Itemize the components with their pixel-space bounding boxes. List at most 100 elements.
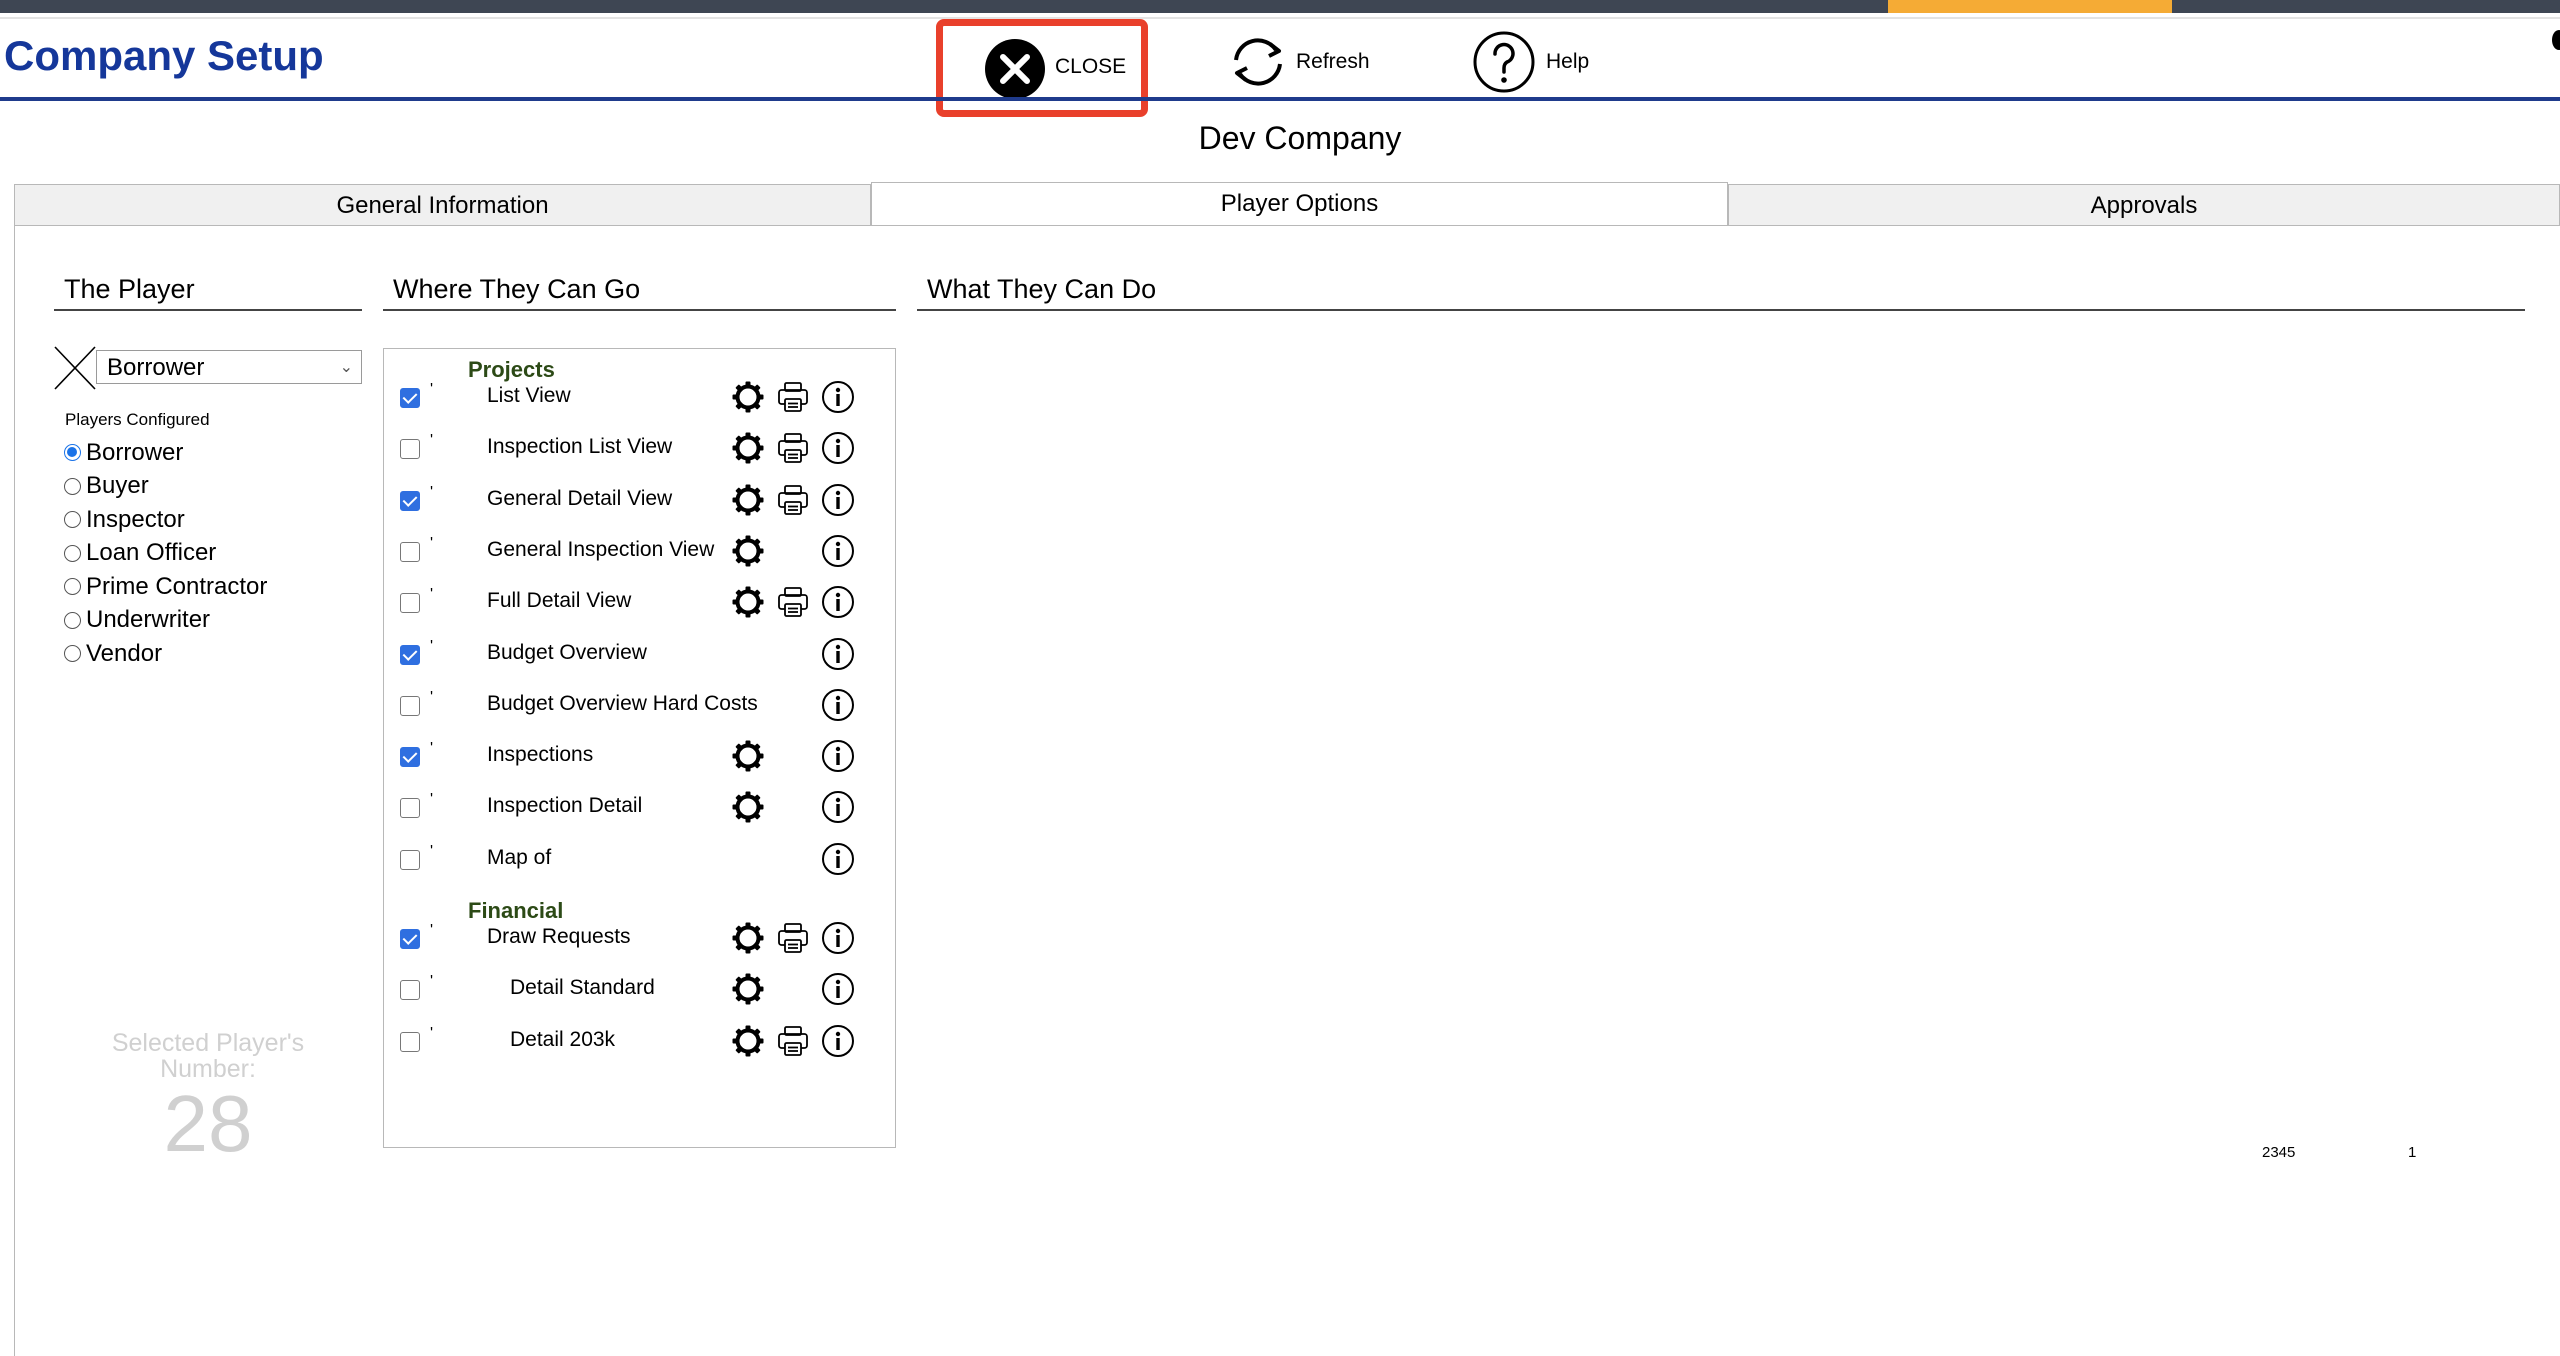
refresh-label: Refresh (1296, 50, 1370, 73)
row-tick: ' (430, 432, 434, 450)
info-icon[interactable] (821, 739, 855, 773)
info-icon[interactable] (821, 534, 855, 568)
permission-checkbox[interactable] (400, 439, 420, 460)
info-icon[interactable] (821, 842, 855, 876)
info-icon[interactable] (821, 972, 855, 1006)
permission-checkbox[interactable] (400, 541, 420, 562)
info-icon[interactable] (821, 637, 855, 671)
tab-approvals[interactable]: Approvals (1728, 184, 2560, 226)
close-button[interactable]: CLOSE (936, 19, 1148, 117)
row-tick: ' (430, 842, 434, 860)
help-button[interactable]: Help (1472, 28, 1589, 96)
gear-icon[interactable] (731, 972, 765, 1006)
permission-checkbox[interactable] (400, 593, 420, 614)
player-radio-label: Underwriter (86, 606, 211, 634)
permission-label: Budget Overview Hard Costs (487, 691, 758, 715)
player-radio-row[interactable]: Vendor (64, 637, 267, 671)
row-tick: ' (430, 740, 434, 758)
close-icon (985, 39, 1045, 99)
refresh-button[interactable]: Refresh (1226, 30, 1370, 94)
permission-checkbox[interactable] (400, 980, 420, 1001)
printer-icon[interactable] (776, 380, 810, 414)
player-select[interactable]: Borrower ⌄ (96, 350, 362, 384)
player-radio-label: Loan Officer (86, 539, 217, 567)
permission-checkbox[interactable] (400, 1031, 420, 1052)
clear-player-icon[interactable] (54, 346, 96, 390)
permission-row: ' General Inspection View (384, 525, 895, 576)
info-icon[interactable] (821, 585, 855, 619)
player-radio-row[interactable]: Loan Officer (64, 537, 267, 571)
gear-icon[interactable] (731, 1024, 765, 1058)
player-radio-label: Inspector (86, 505, 185, 533)
permission-checkbox[interactable] (400, 644, 420, 665)
row-tick: ' (430, 381, 434, 398)
row-tick: ' (430, 973, 434, 991)
permission-checkbox[interactable] (400, 849, 420, 870)
permission-row: ' List View (384, 371, 895, 422)
printer-icon[interactable] (776, 483, 810, 517)
player-radio[interactable] (64, 544, 81, 562)
player-radio[interactable] (64, 444, 81, 462)
gear-icon[interactable] (731, 585, 765, 619)
gear-icon[interactable] (731, 739, 765, 773)
player-radio[interactable] (64, 611, 81, 629)
header-divider (0, 97, 2560, 101)
tab-player-options[interactable]: Player Options (871, 182, 1728, 226)
player-radio[interactable] (64, 511, 81, 529)
permission-row: ' General Detail View (384, 474, 895, 525)
permission-checkbox[interactable] (400, 388, 420, 408)
info-icon[interactable] (821, 921, 855, 955)
gear-icon[interactable] (731, 921, 765, 955)
player-radio[interactable] (64, 578, 81, 596)
row-tick: ' (430, 688, 434, 706)
player-radio-row[interactable]: Buyer (64, 470, 267, 504)
section-where-they-can-go: Where They Can Go (383, 274, 896, 311)
info-icon[interactable] (821, 790, 855, 824)
printer-icon[interactable] (776, 921, 810, 955)
footer-number-left: 2345 (2262, 1144, 2296, 1161)
permission-checkbox[interactable] (400, 929, 420, 949)
permission-checkbox[interactable] (400, 747, 420, 768)
player-radio-row[interactable]: Inspector (64, 503, 267, 537)
players-radio-list: Borrower Buyer Inspector Loan Officer Prime … (64, 436, 267, 671)
tab-bar: General Information Player Options Appro… (14, 182, 2560, 226)
player-radio-row[interactable]: Underwriter (64, 604, 267, 638)
info-icon[interactable] (821, 483, 855, 517)
selected-player-value: 28 (163, 1079, 253, 1168)
permission-checkbox[interactable] (400, 798, 420, 819)
permission-label: Full Detail View (487, 589, 632, 613)
permission-label: Inspection Detail (487, 794, 643, 818)
gear-icon[interactable] (731, 534, 765, 568)
gear-icon[interactable] (731, 790, 765, 824)
player-radio-label: Borrower (86, 438, 184, 466)
permission-row: ' Draw Requests (384, 912, 895, 963)
info-icon[interactable] (821, 431, 855, 465)
player-select-value: Borrower (107, 354, 205, 381)
info-icon[interactable] (821, 380, 855, 414)
section-the-player: The Player (54, 274, 362, 311)
printer-icon[interactable] (776, 1024, 810, 1058)
permission-label: Budget Overview (487, 640, 647, 664)
printer-icon[interactable] (776, 585, 810, 619)
permission-label: General Detail View (487, 486, 673, 510)
selected-player-caption: Selected Player's Number: (111, 1029, 305, 1083)
gear-icon[interactable] (731, 431, 765, 465)
permission-label: Inspection List View (487, 435, 673, 459)
permission-checkbox[interactable] (400, 490, 420, 511)
help-icon (1473, 31, 1535, 93)
player-radio[interactable] (64, 645, 81, 663)
permission-row: ' Full Detail View (384, 576, 895, 627)
info-icon[interactable] (821, 688, 855, 722)
permission-checkbox[interactable] (400, 695, 420, 716)
permission-row: ' Budget Overview (384, 628, 895, 679)
player-radio[interactable] (64, 477, 81, 495)
permission-label: Draw Requests (487, 925, 631, 948)
permissions-panel: Projects ' List View ' Inspection List View '… (383, 348, 896, 1148)
gear-icon[interactable] (731, 380, 765, 414)
printer-icon[interactable] (776, 431, 810, 465)
gear-icon[interactable] (731, 483, 765, 517)
info-icon[interactable] (821, 1024, 855, 1058)
tab-general-information[interactable]: General Information (14, 184, 871, 226)
player-radio-row[interactable]: Borrower (64, 436, 267, 470)
player-radio-row[interactable]: Prime Contractor (64, 570, 267, 604)
